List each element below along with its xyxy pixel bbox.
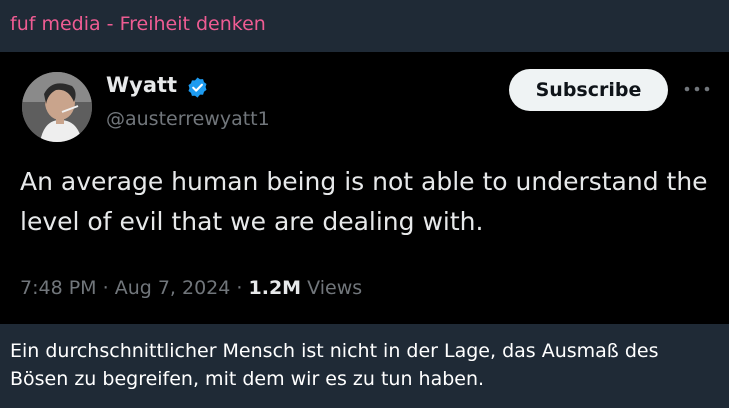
views-count: 1.2M [248,277,302,299]
channel-name[interactable]: fuf media - Freiheit denken [10,13,266,35]
tweet-text: An average human being is not able to un… [20,167,708,236]
channel-header: fuf media - Freiheit denken [0,0,729,52]
author-name[interactable]: Wyatt [106,73,177,97]
avatar[interactable] [22,72,92,142]
views-label: Views [307,277,363,299]
tweet-meta: 7:48 PM · Aug 7, 2024 · 1.2M Views [20,277,362,299]
more-options-icon[interactable] [683,84,711,94]
meta-separator: · [236,277,243,299]
tweet-date[interactable]: Aug 7, 2024 [115,277,231,299]
avatar-photo [22,72,92,142]
subscribe-button[interactable]: Subscribe [509,69,668,111]
verified-badge-icon [188,77,207,98]
author-handle[interactable]: @austerrewyatt1 [106,108,270,130]
meta-separator: · [102,277,109,299]
tweet-card[interactable]: Wyatt @austerrewyatt1 Subscribe An avera… [0,52,729,324]
tweet-time[interactable]: 7:48 PM [20,277,97,299]
message-translation: Ein durchschnittlicher Mensch ist nicht … [10,340,659,390]
